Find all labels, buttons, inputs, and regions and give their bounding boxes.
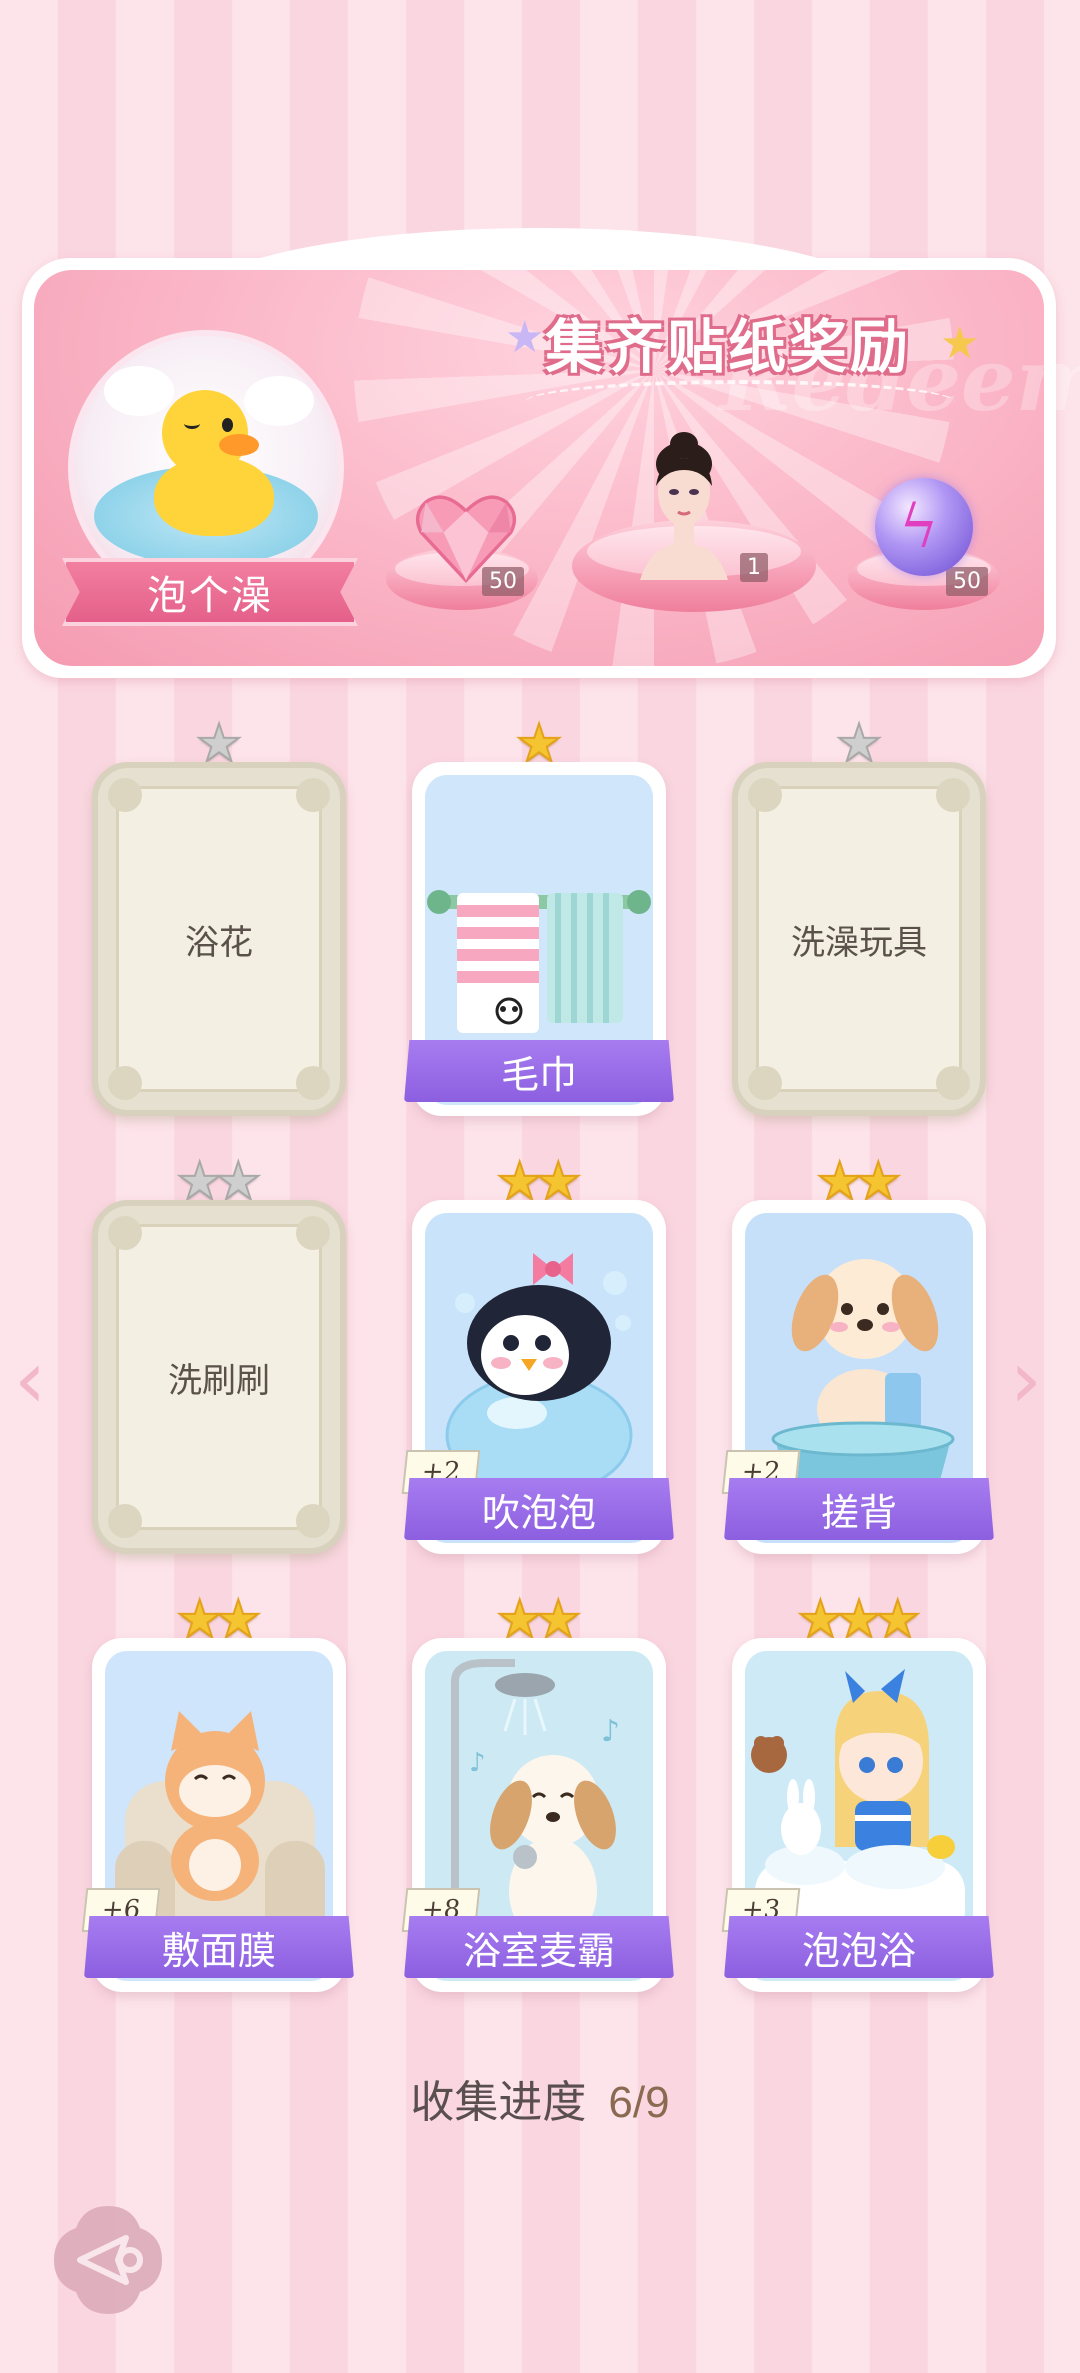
next-page-arrow-icon[interactable]: › [1010,1340,1042,1420]
cloud-icon [104,366,174,416]
event-name-ribbon: 泡个澡 [62,558,358,626]
card-name: 泡泡浴 [724,1916,994,1978]
progress-value: 6/9 [608,2078,670,2127]
card-name: 洗刷刷 [168,1360,270,1401]
card-name: 浴花 [185,922,253,963]
card-name: 浴室麦霸 [404,1916,674,1978]
card-name: 洗澡玩具 [791,922,927,963]
prev-page-arrow-icon[interactable]: ‹ [14,1340,46,1420]
progress-label: 收集进度 [410,2078,587,2127]
gold-star-icon: ★ [940,318,980,369]
duck-eye [222,418,233,432]
svg-text:♪: ♪ [469,1748,486,1778]
sticker-card-bubbles[interactable]: +2 吹泡泡 [401,1200,674,1554]
duck-beak [219,434,259,456]
pink-heart-gem-icon[interactable] [410,482,522,594]
purple-star-icon: ★ [505,312,545,363]
sticker-card-shower-singer[interactable]: ♪ ♪ +8 浴室麦霸 [401,1638,674,1992]
card-name: 吹泡泡 [404,1478,674,1540]
sticker-card-back-scrub[interactable]: +2 搓背 [721,1200,994,1554]
lightning-icon: ϟ [899,492,939,562]
card-name: 毛巾 [404,1040,674,1102]
reward-count: 50 [946,567,988,596]
cloud-icon [244,376,314,426]
svg-text:♪: ♪ [601,1714,620,1749]
sticker-card-locked[interactable]: 洗刷刷 [92,1200,346,1554]
sticker-card-towel[interactable]: 毛巾 [404,762,674,1116]
purple-lightning-orb-icon[interactable]: ϟ [875,478,973,576]
sticker-card-locked[interactable]: 洗澡玩具 [732,762,986,1116]
dashed-decoration [525,380,955,424]
sticker-card-bubble-bath[interactable]: +3 泡泡浴 [721,1638,994,1992]
card-name: 敷面膜 [84,1916,354,1978]
back-button[interactable] [48,2200,168,2320]
duck-head [162,390,248,476]
collection-progress: 收集进度 6/9 [0,2066,1080,2130]
banner-title: 集齐贴纸奖励 [545,313,912,381]
sticker-card-face-mask[interactable]: +6 敷面膜 [81,1638,354,1992]
reward-count: 1 [740,553,768,582]
character-portrait[interactable] [632,430,736,580]
card-name: 搓背 [724,1478,994,1540]
sticker-card-locked[interactable]: 浴花 [92,762,346,1116]
duck-wink [184,418,200,429]
